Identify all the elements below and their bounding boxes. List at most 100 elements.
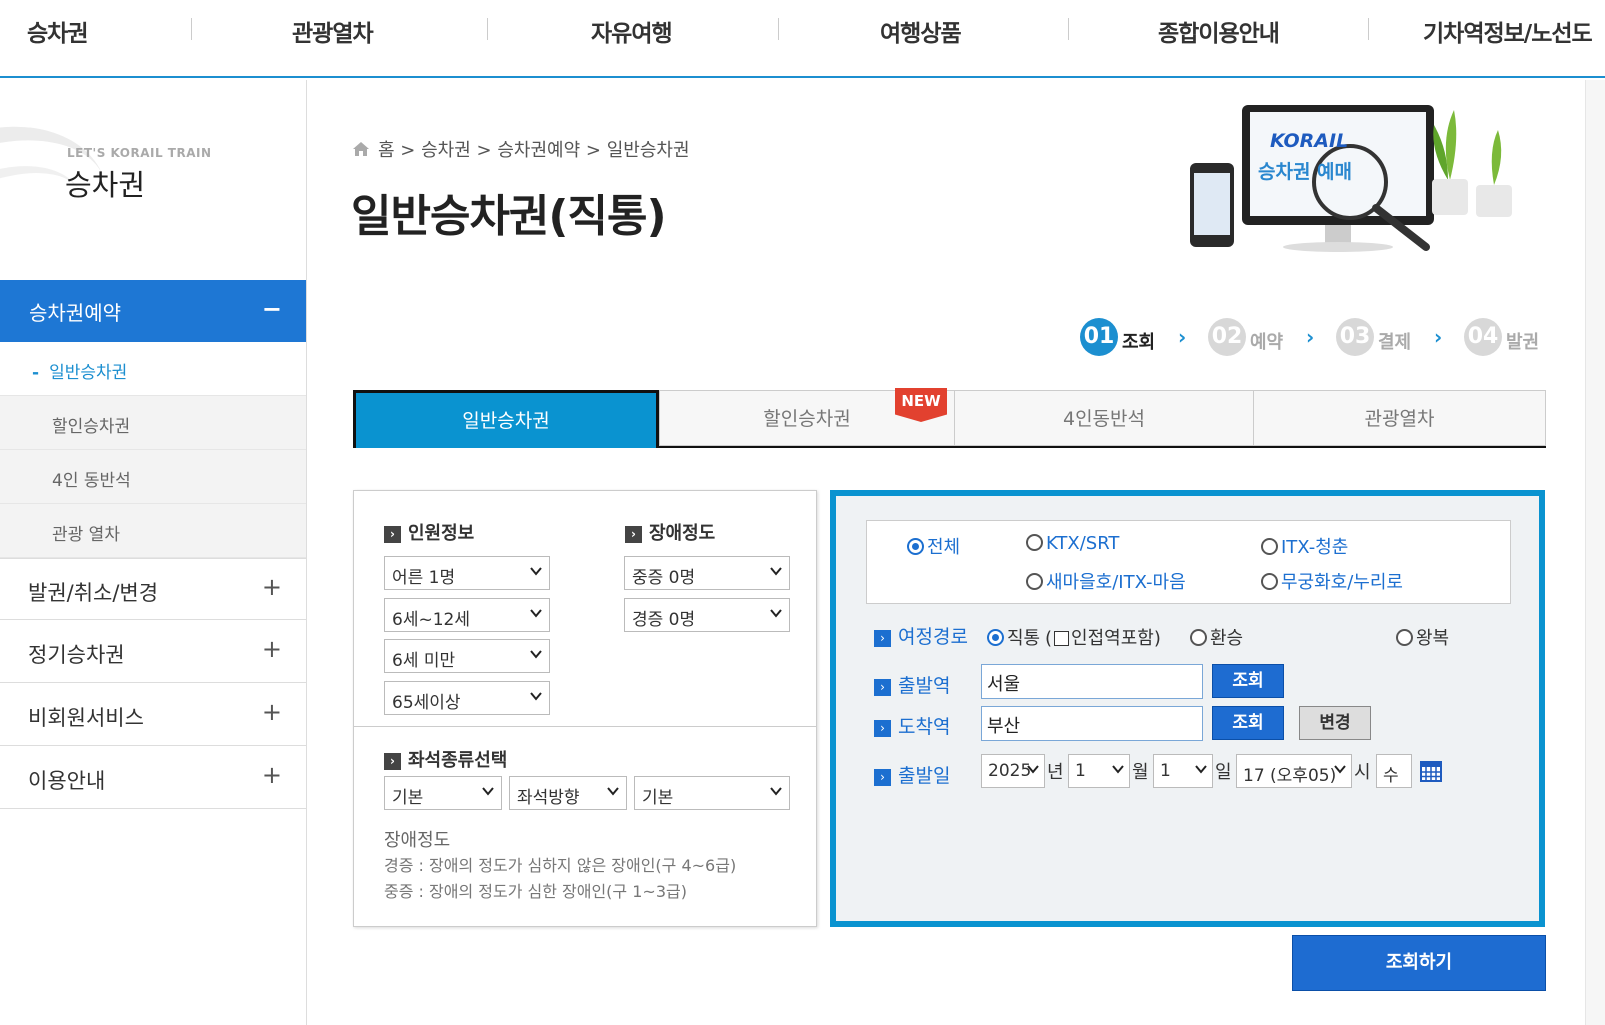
chevron-down-icon <box>482 787 494 796</box>
radio-checked-icon <box>987 629 1004 646</box>
radio-label: 환승 <box>1210 628 1244 649</box>
checkbox-icon[interactable] <box>1054 631 1070 646</box>
select-value: 65세이상 <box>392 693 461 713</box>
field-label: 출발일 <box>898 765 951 787</box>
chevron-down-icon <box>607 787 619 796</box>
train-type-box: 전체 KTX/SRT ITX-청춘 새마을호/ITX-마음 무궁화호/누리로 <box>866 520 1511 604</box>
field-label: 출발역 <box>898 675 951 697</box>
chevron-right-icon: › <box>1178 325 1187 349</box>
adjacent-stations-option[interactable]: (인접역포함) <box>1045 624 1161 650</box>
radio-label: 왕복 <box>1416 628 1450 649</box>
monitor-phone-illustration <box>1190 105 1512 252</box>
route-direct-radio[interactable]: 직통 <box>987 624 1040 650</box>
sidebar-subitem-label: 할인승차권 <box>52 417 131 437</box>
step-label: 조회 <box>1122 332 1156 353</box>
month-select[interactable]: 1 <box>1068 754 1130 788</box>
adult-count-select[interactable]: 어른 1명 <box>384 556 550 590</box>
seat-direction-select[interactable]: 좌석방향 <box>509 776 627 810</box>
heading-text: 인원정보 <box>408 523 475 544</box>
arrival-station-input[interactable]: 부산 <box>981 706 1203 741</box>
nav-divider <box>191 18 192 40</box>
tab-general-ticket[interactable]: 일반승차권 <box>353 390 659 448</box>
sidebar-subitem-general-ticket[interactable]: - 일반승차권 <box>0 342 306 396</box>
tab-family-seat[interactable]: 4인동반석 <box>954 390 1254 446</box>
chevron-down-icon <box>530 692 542 701</box>
sidebar-subitem-discount-ticket[interactable]: 할인승차권 <box>0 396 306 450</box>
sidebar-menu-season-ticket[interactable]: 정기승차권 + <box>0 621 306 683</box>
nav-item-usage-guide[interactable]: 종합이용안내 <box>1158 14 1280 48</box>
weekday-display: 수 <box>1376 754 1412 788</box>
hour-unit: 시 <box>1354 762 1371 783</box>
swap-stations-button[interactable]: 변경 <box>1299 706 1371 740</box>
radio-unchecked-icon <box>1261 573 1278 590</box>
field-label: 도착역 <box>898 716 951 738</box>
heading-text: 장애정도 <box>649 523 716 544</box>
sidebar-subitem-label: 4인 동반석 <box>52 471 131 491</box>
chevron-down-icon <box>1112 765 1124 774</box>
select-value: 기본 <box>642 788 674 808</box>
breadcrumb-current: 일반승차권 <box>606 140 690 161</box>
seat-option-select[interactable]: 기본 <box>634 776 790 810</box>
chevron-down-icon <box>530 609 542 618</box>
sidebar-subitem-family-seat[interactable]: 4인 동반석 <box>0 450 306 504</box>
sidebar-subitem-tour-train[interactable]: 관광 열차 <box>0 504 306 558</box>
nav-item-free-travel[interactable]: 자유여행 <box>591 14 673 48</box>
step-label: 발권 <box>1506 332 1540 353</box>
senior-count-select[interactable]: 65세이상 <box>384 681 550 715</box>
day-select[interactable]: 1 <box>1153 754 1213 788</box>
step-number: 02 <box>1208 318 1246 356</box>
sidebar-menu-issue-cancel[interactable]: 발권/취소/변경 + <box>0 558 306 620</box>
sidebar-menu-label: 비회원서비스 <box>28 706 144 730</box>
hour-select[interactable]: 17 (오후05) <box>1236 754 1352 788</box>
breadcrumb-reservation[interactable]: 승차권예약 <box>497 140 580 161</box>
promo-brand: KORAIL <box>1270 130 1349 152</box>
child-count-select[interactable]: 6세~12세 <box>384 598 550 632</box>
calendar-icon[interactable] <box>1420 760 1442 782</box>
sidebar-menu-ticket-reservation[interactable]: 승차권예약 − <box>0 280 306 342</box>
nav-item-tickets[interactable]: 승차권 <box>27 14 88 48</box>
collapse-icon: − <box>261 295 282 323</box>
sidebar-menu-label: 정기승차권 <box>28 643 125 667</box>
nav-item-travel-products[interactable]: 여행상품 <box>880 14 962 48</box>
chevron-down-icon <box>770 609 782 618</box>
select-value: 중증 0명 <box>632 568 696 588</box>
seat-type-select[interactable]: 기본 <box>384 776 502 810</box>
select-value: 1 <box>1160 761 1171 781</box>
search-trains-button[interactable]: 조회하기 <box>1292 935 1546 991</box>
arrow-right-icon: › <box>384 526 401 543</box>
disability-note-severe: 중증 : 장애의 정도가 심한 장애인(구 1~3급) <box>384 882 687 901</box>
step-label: 결제 <box>1378 332 1412 353</box>
expand-icon: + <box>261 698 282 726</box>
train-type-all-radio[interactable]: 전체 <box>907 533 960 559</box>
train-type-saemaeul-radio[interactable]: 새마을호/ITX-마음 <box>1026 568 1186 594</box>
sidebar-menu-usage-guide[interactable]: 이용안내 + <box>0 747 306 809</box>
radio-unchecked-icon <box>1190 629 1207 646</box>
train-type-ktx-radio[interactable]: KTX/SRT <box>1026 533 1119 554</box>
breadcrumb-separator: > <box>585 140 602 161</box>
sidebar-menu-nonmember[interactable]: 비회원서비스 + <box>0 684 306 746</box>
route-transfer-radio[interactable]: 환승 <box>1190 624 1243 650</box>
route-roundtrip-radio[interactable]: 왕복 <box>1396 624 1449 650</box>
train-type-itx-radio[interactable]: ITX-청춘 <box>1261 533 1348 559</box>
severe-disability-select[interactable]: 중증 0명 <box>624 556 790 590</box>
select-value: 2025 <box>988 761 1032 781</box>
mild-disability-select[interactable]: 경증 0명 <box>624 598 790 632</box>
arrow-right-icon: › <box>874 630 891 647</box>
year-select[interactable]: 2025 <box>981 754 1045 788</box>
breadcrumb-home[interactable]: 홈 <box>378 140 395 161</box>
nav-item-tour-trains[interactable]: 관광열차 <box>292 14 374 48</box>
departure-search-button[interactable]: 조회 <box>1212 664 1284 698</box>
arrow-right-icon: › <box>384 753 401 770</box>
departure-station-input[interactable]: 서울 <box>981 664 1203 699</box>
tab-tour-train[interactable]: 관광열차 <box>1253 390 1546 446</box>
infant-count-select[interactable]: 6세 미만 <box>384 639 550 673</box>
nav-divider <box>1068 18 1069 40</box>
chevron-down-icon <box>770 567 782 576</box>
nav-divider <box>778 18 779 40</box>
breadcrumb-tickets[interactable]: 승차권 <box>421 140 471 161</box>
arrival-search-button[interactable]: 조회 <box>1212 706 1284 740</box>
nav-item-station-info[interactable]: 기차역정보/노선도 <box>1423 14 1593 48</box>
nav-divider <box>1368 18 1369 40</box>
train-type-mugunghwa-radio[interactable]: 무궁화호/누리로 <box>1261 568 1403 594</box>
vertical-scrollbar[interactable] <box>1585 80 1605 1025</box>
